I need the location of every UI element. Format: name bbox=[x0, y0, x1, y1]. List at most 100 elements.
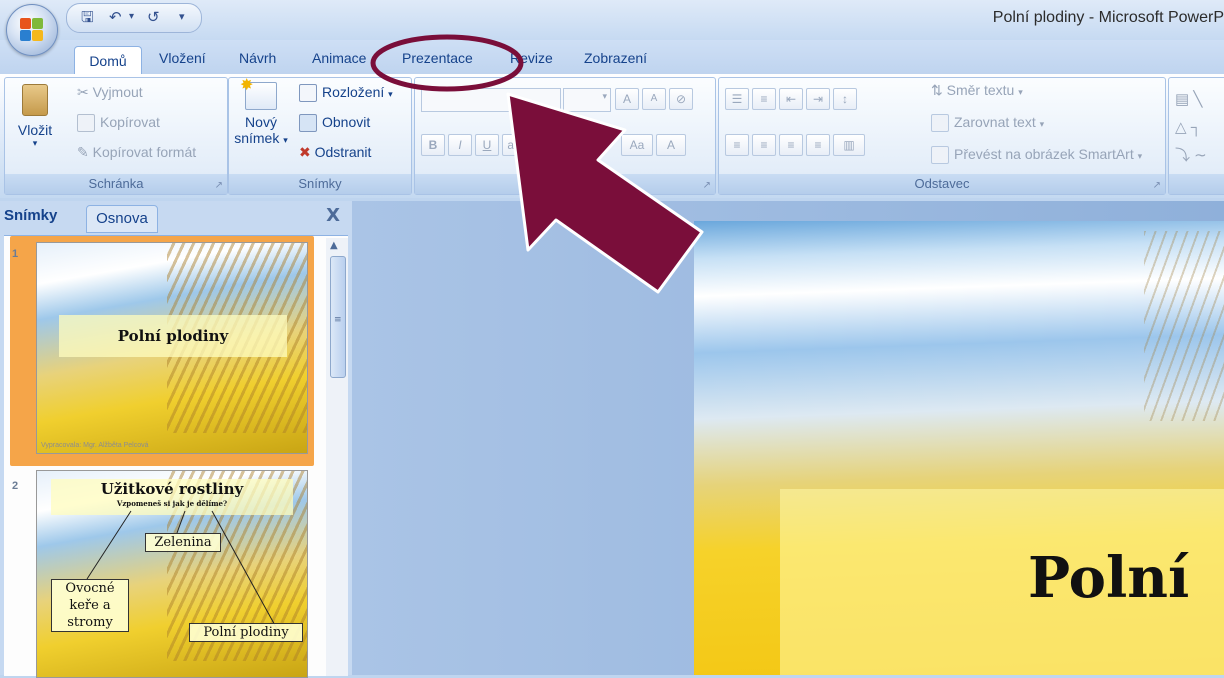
clipboard-launcher-icon[interactable]: ↗ bbox=[215, 180, 223, 191]
smartart-label: Převést na obrázek SmartArt bbox=[954, 146, 1134, 162]
bullets-icon[interactable]: ☰ bbox=[725, 88, 749, 110]
clipboard-group: Vložit ▾ ✂ Vyjmout Kopírovat ✎ Kopírovat… bbox=[4, 77, 228, 195]
paragraph-group: ☰ ≡ ⇤ ⇥ ↕ ⇅ Směr textu ▾ Zarovnat text ▾ ≡ ≡ ≡… bbox=[718, 77, 1166, 195]
slide-1-footer: Vypracovala: Mgr. Alžběta Pelcová bbox=[41, 442, 149, 449]
quick-access-toolbar: 🖫 ↶ ▾ ↺ ▾ bbox=[66, 3, 202, 33]
tab-domu[interactable]: Domů bbox=[74, 46, 142, 75]
align-text-button[interactable]: Zarovnat text ▾ bbox=[931, 114, 1044, 133]
delete-slide-button[interactable]: ✖ Odstranit bbox=[299, 144, 371, 161]
new-slide-icon: ✸ bbox=[240, 77, 277, 110]
increase-indent-icon[interactable]: ⇥ bbox=[806, 88, 830, 110]
slide-1-title: Polní plodiny bbox=[59, 315, 287, 357]
slide-2-box-polni: Polní plodiny bbox=[189, 623, 303, 642]
layout-button[interactable]: Rozložení ▾ bbox=[299, 84, 393, 103]
smartart-button[interactable]: Převést na obrázek SmartArt ▾ bbox=[931, 146, 1142, 165]
redo-icon[interactable]: ↺ bbox=[147, 7, 160, 27]
align-left-icon[interactable]: ≡ bbox=[725, 134, 749, 156]
clipboard-group-label: Schránka bbox=[5, 174, 227, 194]
slides-group: ✸ Nový snímek ▾ Rozložení ▾ Obnovit ✖ Od… bbox=[228, 77, 412, 195]
align-right-icon[interactable]: ≡ bbox=[779, 134, 803, 156]
layout-icon bbox=[299, 84, 317, 103]
scissors-icon: ✂ bbox=[77, 84, 93, 100]
format-painter-button[interactable]: ✎ Kopírovat formát bbox=[77, 144, 196, 161]
font-size-combo[interactable]: ▾ bbox=[563, 88, 611, 112]
scroll-up-icon[interactable]: ▲ bbox=[330, 240, 338, 251]
slide-2-preview: Užitkové rostliny Vzpomeneš si jak je dě… bbox=[36, 470, 308, 678]
layout-label: Rozložení bbox=[322, 84, 385, 100]
grow-font-button[interactable]: A bbox=[615, 88, 639, 110]
clear-format-icon[interactable]: ⊘ bbox=[669, 88, 693, 110]
font-group: ▾ A A ⊘ B I Uab Aa A P ↗ bbox=[414, 77, 716, 195]
paste-dropdown-icon: ▾ bbox=[32, 138, 38, 148]
ribbon: Vložit ▾ ✂ Vyjmout Kopírovat ✎ Kopírovat… bbox=[0, 74, 1224, 198]
slide-2-box-zelenina: Zelenina bbox=[145, 533, 221, 552]
tab-animace[interactable]: Animace bbox=[312, 50, 366, 66]
align-center-icon[interactable]: ≡ bbox=[752, 134, 776, 156]
reset-label: Obnovit bbox=[322, 114, 371, 130]
font-color-button[interactable]: A bbox=[656, 134, 686, 156]
paragraph-list-buttons: ☰ ≡ ⇤ ⇥ ↕ bbox=[725, 88, 860, 110]
triangle-shape-icon: △ ┐ bbox=[1175, 119, 1202, 136]
slide-1-preview: Polní plodiny Vypracovala: Mgr. Alžběta … bbox=[36, 242, 308, 454]
slide-thumbnail-2[interactable]: 2 Užitkové rostliny Vzpomeneš si jak je … bbox=[10, 468, 314, 678]
slides-scrollbar[interactable]: ▲ ≡ bbox=[326, 238, 348, 676]
underline-button[interactable]: U bbox=[475, 134, 499, 156]
undo-dropdown-icon[interactable]: ▾ bbox=[129, 7, 134, 27]
tab-prezentace[interactable]: Prezentace bbox=[402, 50, 473, 66]
drawing-group-label bbox=[1169, 174, 1224, 194]
undo-icon[interactable]: ↶ bbox=[109, 7, 122, 27]
shapes-gallery[interactable]: ▤ ╲ △ ┐ ⤵ ∼ bbox=[1175, 86, 1207, 170]
line-spacing-icon[interactable]: ↕ bbox=[833, 88, 857, 110]
slide-2-connector-lines bbox=[86, 510, 278, 630]
smartart-icon bbox=[931, 146, 949, 165]
shrink-font-button[interactable]: A bbox=[642, 88, 666, 110]
decrease-indent-icon[interactable]: ⇤ bbox=[779, 88, 803, 110]
slide-number: 2 bbox=[12, 480, 19, 492]
text-direction-button[interactable]: ⇅ Směr textu ▾ bbox=[931, 82, 1023, 99]
paragraph-launcher-icon[interactable]: ↗ bbox=[1153, 180, 1161, 191]
tab-vlozeni[interactable]: Vložení bbox=[159, 50, 206, 66]
save-icon[interactable]: 🖫 bbox=[81, 7, 94, 27]
tab-navrh[interactable]: Návrh bbox=[239, 50, 276, 66]
office-button[interactable] bbox=[6, 4, 58, 56]
slides-group-label: Snímky bbox=[229, 174, 411, 194]
reset-button[interactable]: Obnovit bbox=[299, 114, 371, 133]
text-direction-icon: ⇅ bbox=[931, 82, 947, 98]
copy-icon bbox=[77, 114, 95, 133]
tab-snimky[interactable]: Snímky bbox=[4, 207, 57, 224]
align-text-label: Zarovnat text bbox=[954, 114, 1036, 130]
tab-zobrazeni[interactable]: Zobrazení bbox=[584, 50, 647, 66]
italic-button[interactable]: I bbox=[448, 134, 472, 156]
change-case-button[interactable]: Aa bbox=[621, 134, 653, 156]
tab-osnova[interactable]: Osnova bbox=[86, 205, 158, 233]
tab-revize[interactable]: Revize bbox=[510, 50, 553, 66]
close-panel-icon[interactable]: X bbox=[326, 205, 340, 226]
office-logo-icon bbox=[20, 18, 44, 42]
justify-icon[interactable]: ≡ bbox=[806, 134, 830, 156]
format-painter-label: Kopírovat formát bbox=[92, 144, 197, 160]
font-size-dropdown-icon: ▾ bbox=[602, 92, 607, 102]
columns-icon[interactable]: ▥ bbox=[833, 134, 865, 156]
bold-button[interactable]: B bbox=[421, 134, 445, 156]
paragraph-align-buttons: ≡ ≡ ≡ ≡ ▥ bbox=[725, 134, 868, 156]
slides-panel: Snímky Osnova X 1 Polní plodiny Vypracov… bbox=[0, 201, 352, 678]
slide-thumbnail-1[interactable]: 1 Polní plodiny Vypracovala: Mgr. Alžbět… bbox=[10, 236, 314, 466]
cut-button[interactable]: ✂ Vyjmout bbox=[77, 84, 143, 101]
slide-number: 1 bbox=[12, 248, 19, 260]
new-slide-button[interactable]: ✸ Nový snímek ▾ bbox=[233, 77, 289, 146]
misc-shape-icon: ⤵ ∼ bbox=[1175, 147, 1207, 164]
font-launcher-icon[interactable]: ↗ bbox=[703, 180, 711, 191]
scroll-thumb[interactable]: ≡ bbox=[330, 256, 346, 378]
customize-qat-icon[interactable]: ▾ bbox=[179, 7, 185, 27]
font-name-combo[interactable] bbox=[421, 88, 561, 112]
paste-button[interactable]: Vložit ▾ bbox=[15, 84, 55, 149]
window-title: Polní plodiny - Microsoft PowerP bbox=[992, 9, 1224, 26]
strikethrough-icon[interactable]: ab bbox=[502, 134, 526, 156]
copy-button[interactable]: Kopírovat bbox=[77, 114, 160, 133]
delete-icon: ✖ bbox=[299, 144, 315, 160]
ribbon-tab-bar: Domů Vložení Návrh Animace Prezentace Re… bbox=[0, 40, 1224, 75]
numbering-icon[interactable]: ≡ bbox=[752, 88, 776, 110]
paste-label: Vložit bbox=[17, 122, 53, 138]
slide-editor: Polní bbox=[352, 201, 1224, 675]
slide-title-text: Polní bbox=[1028, 545, 1190, 611]
